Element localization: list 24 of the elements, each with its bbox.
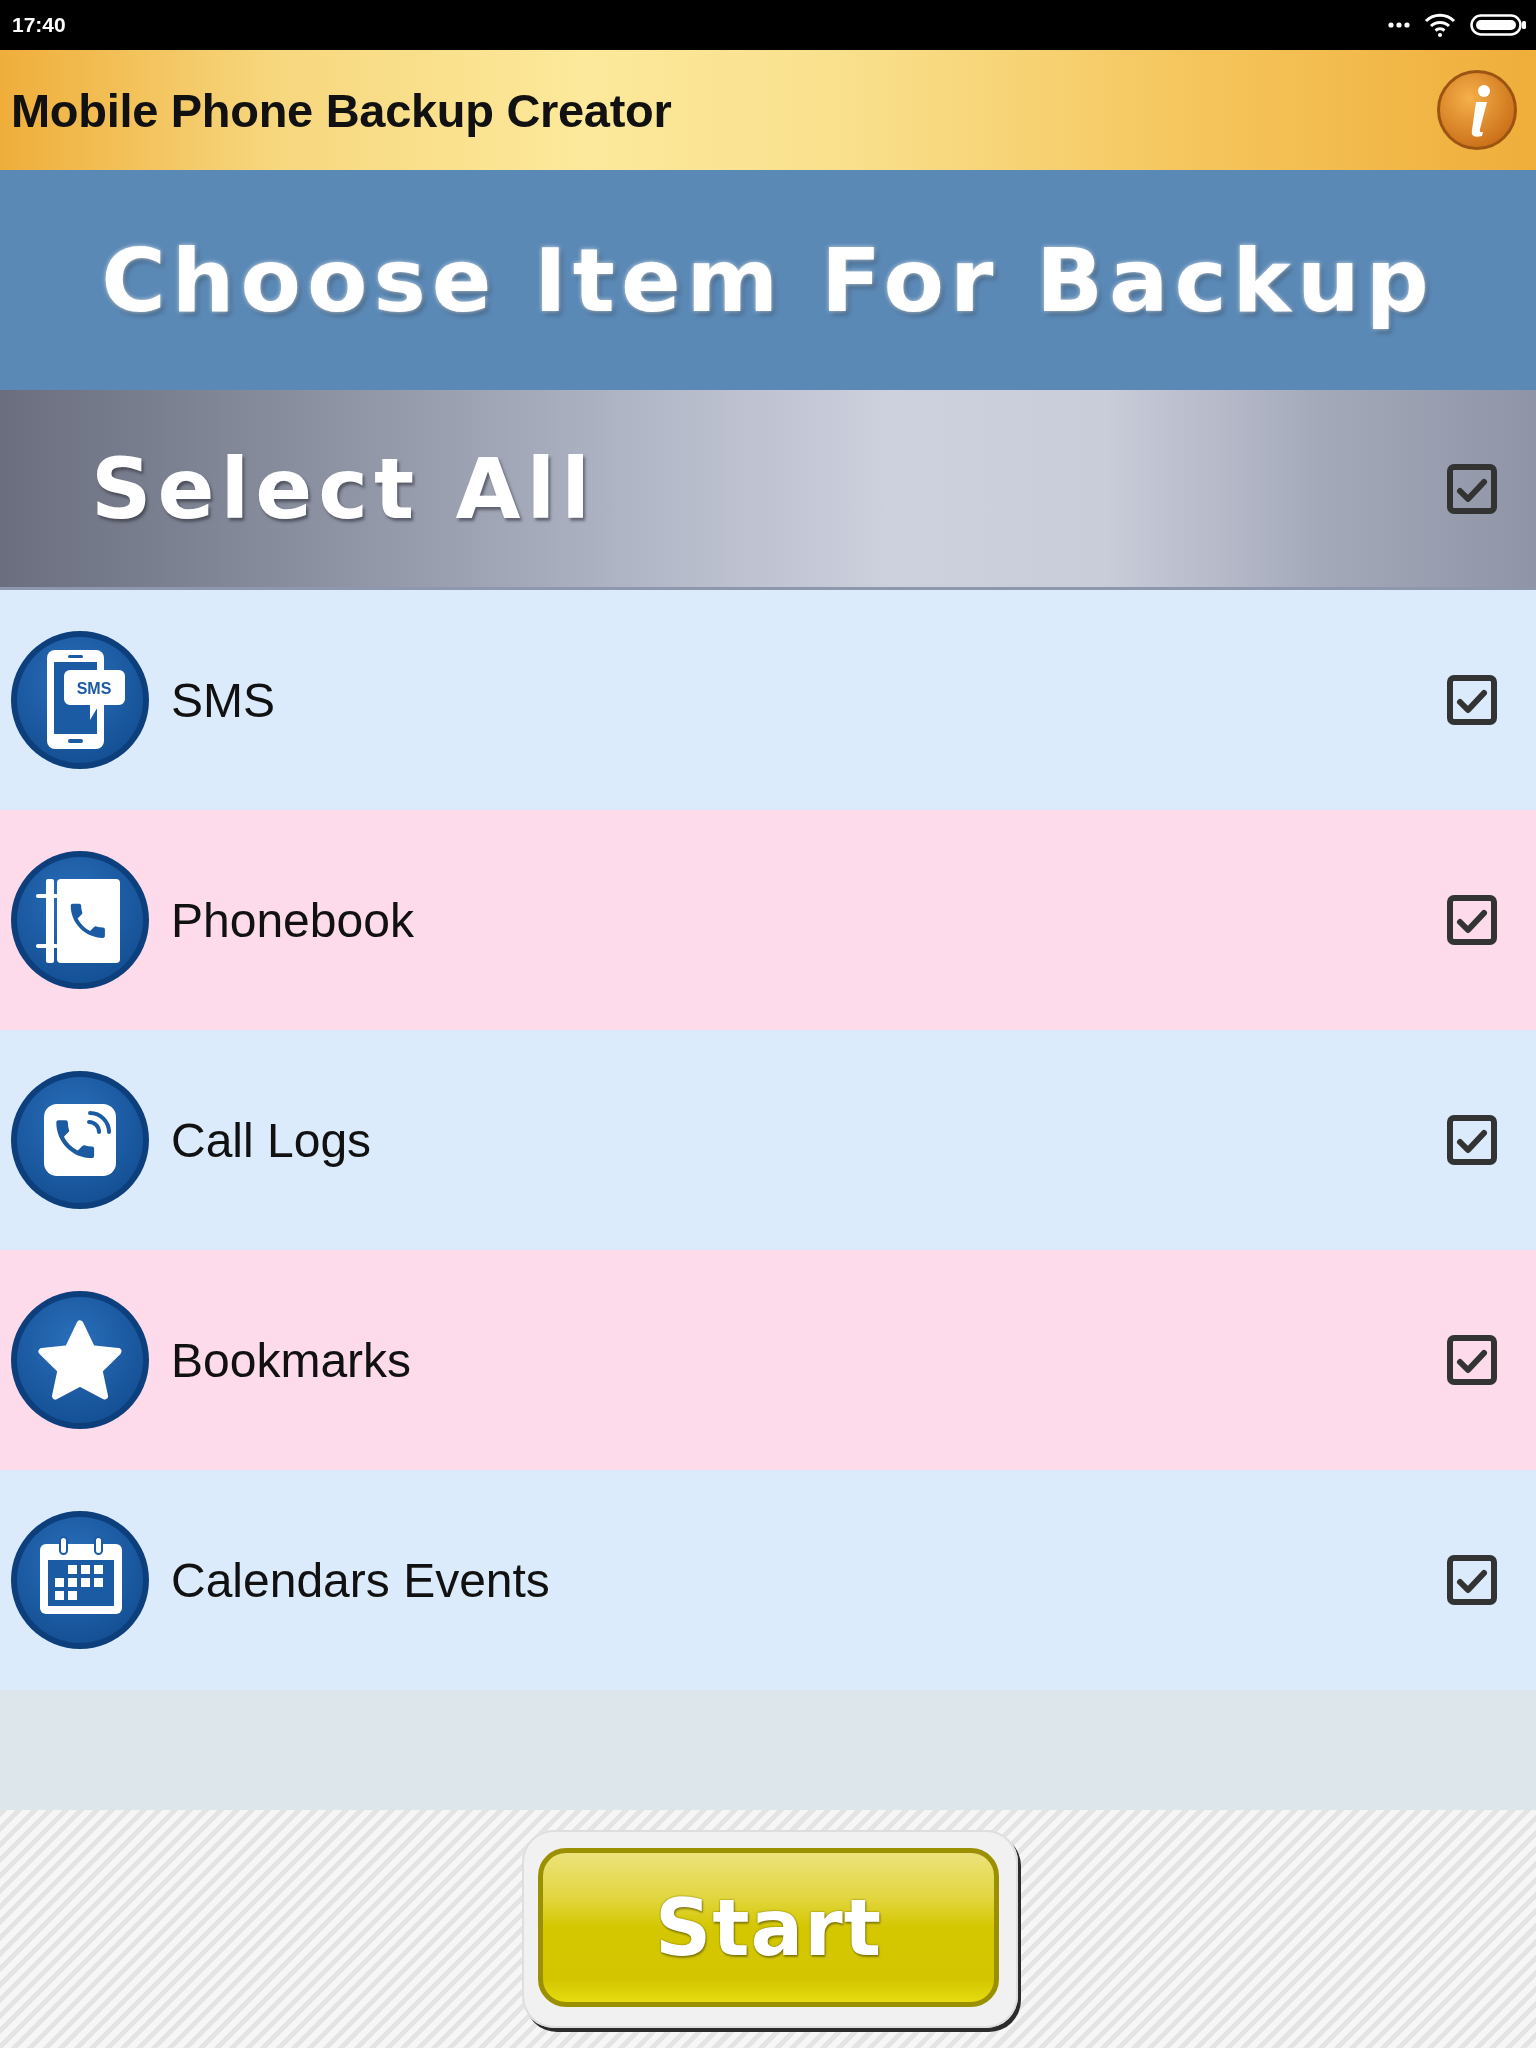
item-label: Calendars Events: [171, 1552, 551, 1608]
wifi-icon: [1424, 13, 1456, 37]
icon-text: SMS: [76, 680, 112, 697]
checkbox[interactable]: [1447, 895, 1497, 945]
battery-icon: [1470, 14, 1526, 36]
item-label: Bookmarks: [171, 1332, 413, 1388]
item-label: SMS: [171, 672, 276, 728]
item-label: Phonebook: [171, 892, 415, 948]
status-time: 17:40: [12, 13, 66, 37]
phone-call-icon: [10, 1070, 150, 1210]
checkbox[interactable]: [1447, 1115, 1497, 1165]
select-all-label: Select All: [91, 439, 597, 538]
app-title: Mobile Phone Backup Creator: [11, 82, 672, 138]
checkbox[interactable]: [1447, 1555, 1497, 1605]
banner-title: Choose Item For Backup: [101, 228, 1435, 332]
checkbox[interactable]: [1447, 463, 1497, 514]
speech-bubble-icon: [64, 670, 125, 720]
more-dots-icon: [1388, 22, 1410, 28]
phone-book-icon: [10, 850, 150, 990]
calendar-icon: [10, 1510, 150, 1650]
item-label: Call Logs: [171, 1112, 373, 1168]
checkbox[interactable]: [1447, 1335, 1497, 1385]
checkbox[interactable]: [1447, 675, 1497, 725]
info-icon[interactable]: [1437, 70, 1517, 150]
